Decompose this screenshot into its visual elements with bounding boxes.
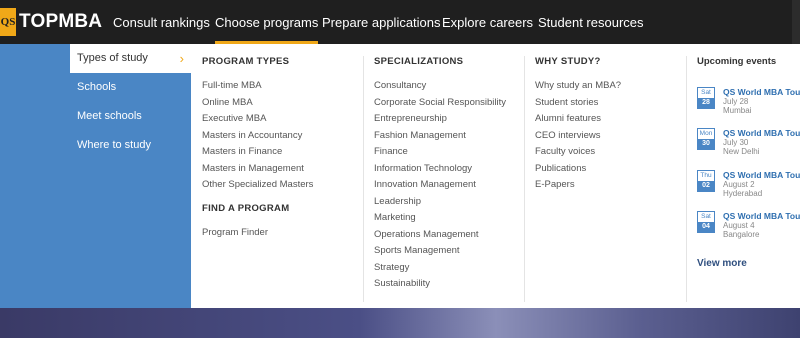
upcoming-events-heading: Upcoming events [697, 56, 777, 67]
link-sustainability[interactable]: Sustainability [374, 276, 506, 293]
column-divider [686, 56, 687, 302]
column-divider [524, 56, 525, 302]
upcoming-events-column: Upcoming events Sat 28 QS World MBA Tour… [697, 56, 800, 296]
link-e-papers[interactable]: E-Papers [535, 177, 621, 194]
link-student-stories[interactable]: Student stories [535, 95, 621, 112]
event-date-number: 02 [698, 181, 714, 191]
link-masters-accountancy[interactable]: Masters in Accountancy [202, 128, 313, 145]
event-city: Bangalore [723, 230, 760, 239]
program-types-column: PROGRAM TYPES Full-time MBA Online MBA E… [202, 56, 313, 241]
nav-consult-rankings[interactable]: Consult rankings [113, 0, 210, 44]
specializations-heading: SPECIALIZATIONS [374, 56, 464, 67]
event-city: Hyderabad [723, 189, 763, 198]
event-date: August 2 [723, 180, 755, 189]
find-a-program-heading: FIND A PROGRAM [202, 202, 290, 214]
link-information-technology[interactable]: Information Technology [374, 161, 506, 178]
event-date: August 4 [723, 221, 755, 230]
logo-wordmark: TOPMBA [19, 11, 103, 32]
nav-explore-careers[interactable]: Explore careers [442, 0, 533, 44]
link-online-mba[interactable]: Online MBA [202, 95, 313, 112]
link-sports-management[interactable]: Sports Management [374, 243, 506, 260]
link-operations-management[interactable]: Operations Management [374, 227, 506, 244]
link-finance[interactable]: Finance [374, 144, 506, 161]
sidebar-item-label: Types of study [77, 52, 148, 64]
event-day: Thu [700, 172, 712, 179]
sidebar-item-schools[interactable]: Schools [0, 73, 191, 102]
nav-overflow-edge [792, 0, 800, 44]
event-date: July 28 [723, 97, 749, 106]
link-other-specialized-masters[interactable]: Other Specialized Masters [202, 177, 313, 194]
qs-logo-badge: QS [0, 8, 16, 36]
nav-prepare-applications[interactable]: Prepare applications [322, 0, 441, 44]
event-title: QS World MBA Tour [723, 170, 800, 180]
dropdown-panel: PROGRAM TYPES Full-time MBA Online MBA E… [191, 44, 800, 308]
event-title: QS World MBA Tour [723, 211, 800, 221]
sidebar-item-meet-schools[interactable]: Meet schools [0, 102, 191, 131]
calendar-icon: Mon 30 [697, 128, 715, 150]
calendar-icon: Sat 04 [697, 211, 715, 233]
link-corporate-social-responsibility[interactable]: Corporate Social Responsibility [374, 95, 506, 112]
sidebar-item-where-to-study[interactable]: Where to study [0, 131, 191, 160]
nav-student-resources[interactable]: Student resources [538, 0, 644, 44]
chevron-right-icon: › [179, 51, 184, 66]
why-study-heading: WHY STUDY? [535, 56, 601, 67]
event-item[interactable]: Sat 28 QS World MBA Tour July 28 Mumbai [697, 87, 800, 121]
event-city: New Delhi [723, 147, 760, 156]
event-date: July 30 [723, 138, 749, 147]
event-date-number: 28 [698, 98, 714, 108]
link-masters-finance[interactable]: Masters in Finance [202, 144, 313, 161]
event-item[interactable]: Mon 30 QS World MBA Tour July 30 New Del… [697, 128, 800, 162]
event-date-number: 04 [698, 222, 714, 232]
event-title: QS World MBA Tour [723, 87, 800, 97]
event-title: QS World MBA Tour [723, 128, 800, 138]
program-types-heading: PROGRAM TYPES [202, 56, 290, 67]
link-why-study-mba[interactable]: Why study an MBA? [535, 78, 621, 95]
column-divider [363, 56, 364, 302]
link-program-finder[interactable]: Program Finder [202, 225, 313, 242]
view-more-link[interactable]: View more [697, 258, 747, 269]
event-day: Sat [701, 213, 711, 220]
link-alumni-features[interactable]: Alumni features [535, 111, 621, 128]
specializations-column: SPECIALIZATIONS Consultancy Corporate So… [374, 56, 506, 293]
hero-image-strip [0, 308, 800, 338]
event-city: Mumbai [723, 106, 752, 115]
topmba-logo[interactable]: QS TOPMBA [0, 8, 102, 36]
link-leadership[interactable]: Leadership [374, 194, 506, 211]
link-publications[interactable]: Publications [535, 161, 621, 178]
event-item[interactable]: Thu 02 QS World MBA Tour August 2 Hydera… [697, 170, 800, 204]
sidebar-item-types-of-study[interactable]: Types of study › [70, 44, 191, 73]
link-entrepreneurship[interactable]: Entrepreneurship [374, 111, 506, 128]
event-day: Sat [701, 89, 711, 96]
link-executive-mba[interactable]: Executive MBA [202, 111, 313, 128]
calendar-icon: Thu 02 [697, 170, 715, 192]
link-fashion-management[interactable]: Fashion Management [374, 128, 506, 145]
link-ceo-interviews[interactable]: CEO interviews [535, 128, 621, 145]
nav-choose-programs[interactable]: Choose programs [215, 0, 319, 44]
link-faculty-voices[interactable]: Faculty voices [535, 144, 621, 161]
event-date-number: 30 [698, 139, 714, 149]
calendar-icon: Sat 28 [697, 87, 715, 109]
link-strategy[interactable]: Strategy [374, 260, 506, 277]
event-item[interactable]: Sat 04 QS World MBA Tour August 4 Bangal… [697, 211, 800, 245]
link-marketing[interactable]: Marketing [374, 210, 506, 227]
why-study-column: WHY STUDY? Why study an MBA? Student sto… [535, 56, 621, 194]
link-innovation-management[interactable]: Innovation Management [374, 177, 506, 194]
menu-sidebar: Types of study › Schools Meet schools Wh… [0, 44, 191, 308]
link-masters-management[interactable]: Masters in Management [202, 161, 313, 178]
link-consultancy[interactable]: Consultancy [374, 78, 506, 95]
top-navigation: QS TOPMBA Consult rankings Choose progra… [0, 0, 800, 44]
event-day: Mon [699, 130, 713, 137]
link-full-time-mba[interactable]: Full-time MBA [202, 78, 313, 95]
